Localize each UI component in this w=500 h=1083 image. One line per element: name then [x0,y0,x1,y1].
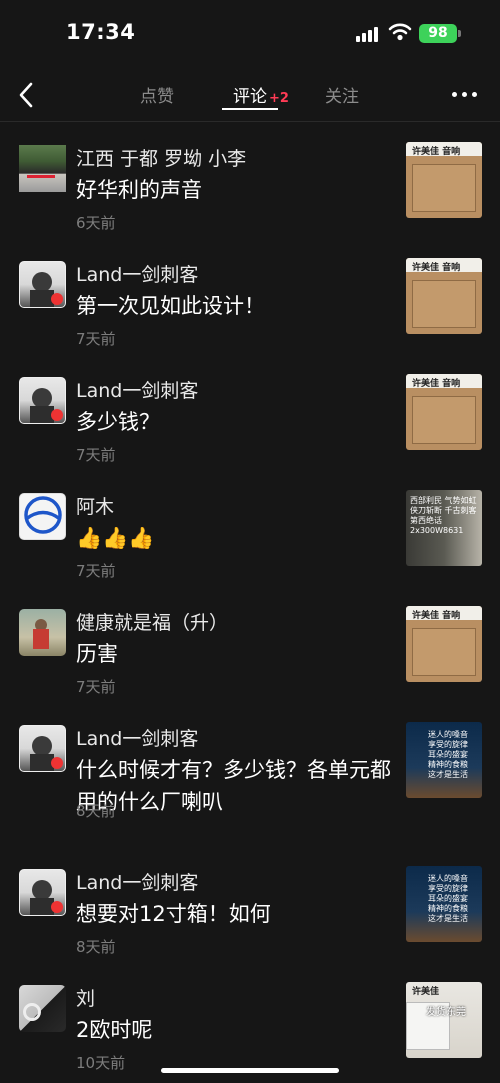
battery-level: 98 [428,25,448,41]
list-item[interactable]: Land一剑刺客 多少钱？ 7天前 许美佳 音响 [0,354,500,470]
comment-time: 8天前 [76,938,116,956]
thumbnail-label: 许美佳 音响 [412,263,461,273]
tab-comments-badge: +2 [269,91,289,106]
commenter-name[interactable]: 阿木 [76,492,114,519]
commenter-name[interactable]: Land一剑刺客 [76,724,198,751]
battery-icon: 98 [419,24,457,43]
avatar[interactable] [19,145,66,192]
commenter-name[interactable]: 健康就是福（升） [76,608,228,635]
active-tab-indicator [222,108,278,110]
avatar[interactable] [19,869,66,916]
thumbnail-label: 许美佳 音响 [412,611,461,621]
list-item[interactable]: Land一剑刺客 第一次见如此设计！ 7天前 许美佳 音响 [0,238,500,354]
comment-time: 8天前 [76,802,116,820]
globe-avatar-icon [24,496,62,534]
comment-text: 好华利的声音 [76,178,202,202]
comment-text: 多少钱？ [76,410,160,434]
commenter-name[interactable]: Land一剑刺客 [76,260,198,287]
avatar[interactable] [19,985,66,1032]
comment-time: 6天前 [76,214,116,232]
list-item[interactable]: 健康就是福（升） 历害 7天前 许美佳 音响 [0,586,500,702]
avatar[interactable] [19,493,66,540]
avatar[interactable] [19,377,66,424]
thumbnail-label: 许美佳 音响 [412,379,461,389]
thumbnail-caption: 迷人的嗓音 享受的旋律 耳朵的盛宴 精神的食粮 这才是生活 [428,874,468,923]
list-item[interactable]: Land一剑刺客 想要对12寸箱！如何 8天前 迷人的嗓音 享受的旋律 耳朵的盛… [0,846,500,962]
status-time: 17:34 [66,20,136,44]
tab-likes-label: 点赞 [140,87,174,107]
comment-time: 7天前 [76,678,116,696]
comment-time: 7天前 [76,330,116,348]
list-item[interactable]: 江西 于都 罗坳 小李 好华利的声音 6天前 许美佳 音响 [0,122,500,238]
list-item[interactable]: 阿木 👍👍👍 7天前 西部利民 气势如虹 侠刀斩断 千古刺客 第西绝话 2x30… [0,470,500,586]
video-thumbnail[interactable]: 许美佳 音响 [406,258,482,334]
comment-text: 2欧时呢 [76,1018,153,1042]
video-thumbnail[interactable]: 许美佳 音响 [406,606,482,682]
comment-time: 7天前 [76,562,116,580]
comment-text: 第一次见如此设计！ [76,294,265,318]
comment-text: 想要对12寸箱！如何 [76,902,271,926]
commenter-name[interactable]: Land一剑刺客 [76,376,198,403]
video-thumbnail[interactable]: 许美佳 发货东莞 [406,982,482,1058]
tab-comments[interactable]: 评论 +2 [233,82,289,107]
comment-time: 10天前 [76,1054,126,1072]
list-item[interactable]: 刘 2欧时呢 10天前 许美佳 发货东莞 [0,962,500,1078]
tab-likes[interactable]: 点赞 [140,82,174,107]
tab-follow-label: 关注 [325,87,359,107]
tab-follow[interactable]: 关注 [325,82,359,107]
thumbnail-label: 许美佳 [412,987,440,997]
wifi-icon [388,23,412,41]
video-thumbnail[interactable]: 迷人的嗓音 享受的旋律 耳朵的盛宴 精神的食粮 这才是生活 [406,866,482,942]
list-item[interactable]: Land一剑刺客 什么时候才有？多少钱？各单元都用的什么厂喇叭 8天前 迷人的嗓… [0,702,500,846]
tab-comments-label: 评论 [233,87,267,107]
comment-text: 历害 [76,642,118,666]
home-indicator [161,1068,339,1073]
avatar[interactable] [19,725,66,772]
video-thumbnail[interactable]: 许美佳 音响 [406,374,482,450]
comment-list: 江西 于都 罗坳 小李 好华利的声音 6天前 许美佳 音响 Land一剑刺客 第… [0,122,500,1078]
status-bar: 17:34 98 [0,0,500,66]
top-nav: 点赞 评论 +2 关注 [0,66,500,124]
video-thumbnail[interactable]: 西部利民 气势如虹 侠刀斩断 千古刺客 第西绝话 2x300W8631 [406,490,482,566]
thumbnail-caption: 发货东莞 [426,1007,466,1018]
comment-text: 什么时候才有？多少钱？各单元都用的什么厂喇叭 [76,758,391,814]
comment-time: 7天前 [76,446,116,464]
thumbnail-label: 许美佳 音响 [412,147,461,157]
thumbnail-caption: 西部利民 气势如虹 侠刀斩断 千古刺客 第西绝话 2x300W8631 [410,496,477,535]
commenter-name[interactable]: 刘 [76,984,95,1011]
comment-text: 👍👍👍 [76,526,155,550]
back-button[interactable] [12,78,42,112]
commenter-name[interactable]: Land一剑刺客 [76,868,198,895]
battery-tip [458,30,461,37]
avatar[interactable] [19,609,66,656]
video-thumbnail[interactable]: 许美佳 音响 [406,142,482,218]
avatar[interactable] [19,261,66,308]
thumbnail-caption: 迷人的嗓音 享受的旋律 耳朵的盛宴 精神的食粮 这才是生活 [428,730,468,779]
cellular-signal-icon [356,26,380,42]
video-thumbnail[interactable]: 迷人的嗓音 享受的旋律 耳朵的盛宴 精神的食粮 这才是生活 [406,722,482,798]
commenter-name[interactable]: 江西 于都 罗坳 小李 [76,144,246,171]
more-options-button[interactable] [452,86,480,102]
